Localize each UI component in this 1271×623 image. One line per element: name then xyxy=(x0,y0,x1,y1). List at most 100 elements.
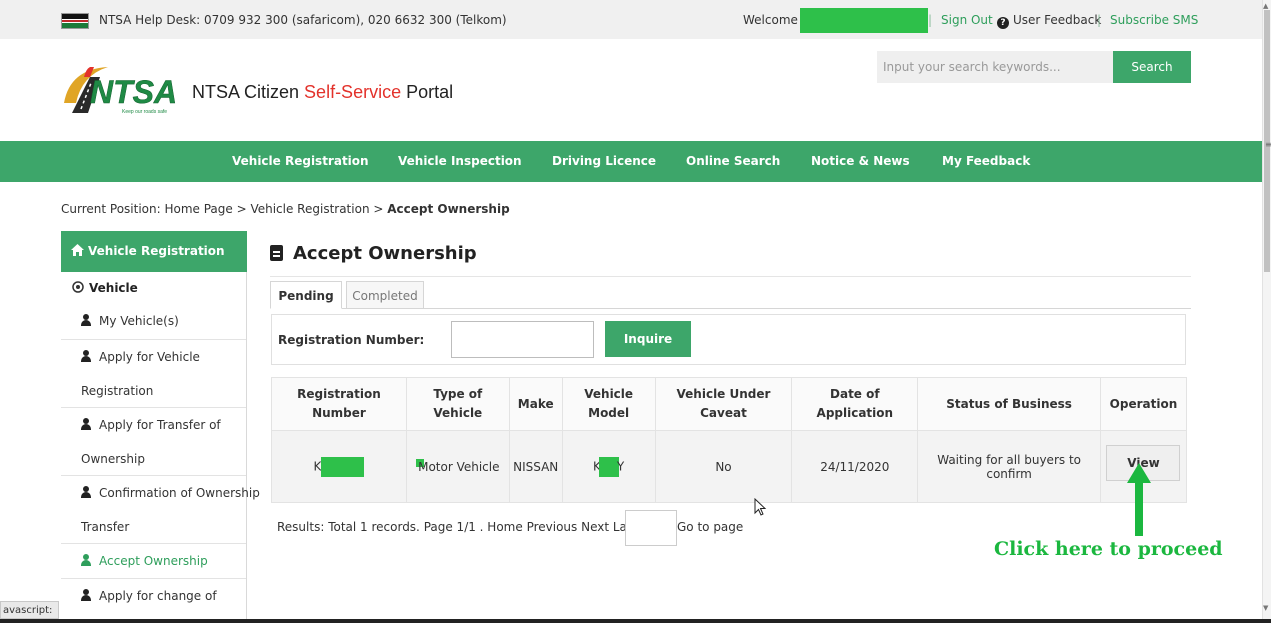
header-text: Caveat xyxy=(700,406,747,420)
click-here-annotation: Click here to proceed xyxy=(994,538,1223,560)
page-title-text: Accept Ownership xyxy=(293,243,477,264)
header-text: Vehicle xyxy=(584,387,634,401)
cell-vehicle-model: KY xyxy=(561,430,656,503)
cell-caveat: No xyxy=(654,430,793,503)
col-vehicle-under-caveat: Vehicle Under Caveat xyxy=(654,377,793,431)
sidebar-item-apply-registration[interactable]: Apply for Vehicle xyxy=(81,350,200,364)
nav-driving-licence[interactable]: Driving Licence xyxy=(552,154,656,168)
nav-notice-news[interactable]: Notice & News xyxy=(811,154,910,168)
scroll-grip-icon: ≡ xyxy=(1265,140,1271,149)
document-icon xyxy=(270,245,283,261)
sidebar-item-transfer-ownership-line2[interactable]: Ownership xyxy=(81,452,145,466)
portal-title-highlight: Self-Service xyxy=(304,82,402,102)
go-to-page-link[interactable]: Go to page xyxy=(677,520,743,534)
user-feedback-link[interactable]: ? User Feedback xyxy=(997,13,1101,29)
separator: | xyxy=(1097,13,1102,27)
divider xyxy=(61,339,246,340)
subscribe-sms-link[interactable]: Subscribe SMS xyxy=(1110,13,1198,27)
sign-out-link[interactable]: Sign Out xyxy=(941,13,993,27)
browser-status-bar: avascript: xyxy=(0,601,60,619)
scroll-down-arrow-icon[interactable]: ▼ xyxy=(1263,604,1268,612)
sidebar-item-confirm-transfer[interactable]: Confirmation of Ownership xyxy=(81,486,260,500)
mouse-cursor-icon xyxy=(754,498,767,516)
sidebar-item-label: My Vehicle(s) xyxy=(99,314,179,328)
os-taskbar xyxy=(0,619,1271,623)
col-status-of-business: Status of Business xyxy=(917,377,1101,431)
circle-gear-icon xyxy=(72,281,84,293)
header-text: Type of xyxy=(433,387,483,401)
redacted-registration xyxy=(321,456,365,477)
col-vehicle-model: Vehicle Model xyxy=(561,377,656,431)
divider xyxy=(61,475,246,476)
nav-my-feedback[interactable]: My Feedback xyxy=(942,154,1030,168)
breadcrumb-current: Accept Ownership xyxy=(387,202,510,216)
table-row: K Motor Vehicle NISSAN KY No 24/11/2020 … xyxy=(271,430,1188,503)
scroll-up-arrow-icon[interactable]: ▲ xyxy=(1263,2,1268,10)
search-button[interactable]: Search xyxy=(1113,51,1191,83)
redacted-username xyxy=(800,8,928,33)
col-registration-number: Registration Number xyxy=(271,377,407,431)
cell-status: Waiting for all buyers to confirm xyxy=(917,430,1101,503)
search-input[interactable] xyxy=(877,51,1113,83)
ownership-table: Registration Number Type of Vehicle Make V… xyxy=(271,377,1188,503)
nav-online-search[interactable]: Online Search xyxy=(686,154,780,168)
tab-completed[interactable]: Completed xyxy=(346,281,424,309)
page-title: Accept Ownership xyxy=(270,243,477,264)
header-text: Vehicle Under xyxy=(676,387,771,401)
nav-vehicle-inspection[interactable]: Vehicle Inspection xyxy=(398,154,522,168)
kenya-flag-icon xyxy=(61,13,89,29)
sidebar-item-label: Apply for change of xyxy=(99,589,217,603)
portal-title-part1: NTSA Citizen xyxy=(192,82,305,102)
registration-number-input[interactable] xyxy=(451,321,594,358)
logo-tagline: Keep our roads safe xyxy=(122,109,167,115)
inquire-button[interactable]: Inquire xyxy=(605,321,691,357)
cell-make: NISSAN xyxy=(508,430,563,503)
sidebar-item-label: Accept Ownership xyxy=(99,554,208,568)
person-icon xyxy=(81,486,93,498)
breadcrumb: Current Position: Home Page > Vehicle Re… xyxy=(61,202,510,216)
sidebar-border xyxy=(246,272,247,623)
separator: | xyxy=(928,13,933,27)
sidebar-item-confirm-transfer-line2[interactable]: Transfer xyxy=(81,520,129,534)
sidebar-item-label: Apply for Vehicle xyxy=(99,350,200,364)
nav-vehicle-registration[interactable]: Vehicle Registration xyxy=(232,154,369,168)
cell-type-of-vehicle: Motor Vehicle xyxy=(405,430,510,503)
col-make: Make xyxy=(508,377,563,431)
divider xyxy=(61,407,246,408)
sidebar-item-apply-registration-line2[interactable]: Registration xyxy=(81,384,153,398)
portal-title: NTSA Citizen Self-Service Portal xyxy=(192,82,453,103)
col-operation: Operation xyxy=(1099,377,1188,431)
header-text: Registration xyxy=(297,387,381,401)
person-icon xyxy=(81,314,93,326)
tab-pending[interactable]: Pending xyxy=(270,281,342,309)
page-number-input[interactable] xyxy=(625,510,677,546)
sidebar-header[interactable]: Vehicle Registration xyxy=(61,231,247,272)
portal-title-part3: Portal xyxy=(401,82,454,102)
ntsa-logo[interactable]: NTSA Keep our roads safe xyxy=(60,63,190,121)
redacted-model xyxy=(598,456,619,477)
user-feedback-label: User Feedback xyxy=(1013,13,1102,27)
sidebar-item-label: Apply for Transfer of xyxy=(99,418,221,432)
sidebar-section-vehicle[interactable]: Vehicle xyxy=(72,281,138,295)
welcome-label: Welcome xyxy=(743,13,798,27)
col-date-of-application: Date of Application xyxy=(791,377,919,431)
home-icon xyxy=(71,244,84,256)
registration-number-label: Registration Number: xyxy=(278,333,425,347)
model-suffix: Y xyxy=(616,459,625,473)
arrow-up-icon xyxy=(1127,463,1151,536)
col-type-of-vehicle: Type of Vehicle xyxy=(405,377,510,431)
header-text: Vehicle xyxy=(433,406,483,420)
sidebar-item-label: Confirmation of Ownership xyxy=(99,486,260,500)
question-circle-icon: ? xyxy=(997,17,1009,29)
logo-wordmark: NTSA xyxy=(90,74,177,110)
reg-prefix: K xyxy=(313,459,322,473)
sidebar-item-my-vehicles[interactable]: My Vehicle(s) xyxy=(81,314,179,328)
person-icon xyxy=(81,554,93,566)
sidebar-item-apply-change[interactable]: Apply for change of xyxy=(81,589,217,603)
header-text: Date of xyxy=(830,387,880,401)
cell-registration-number: K xyxy=(271,430,407,503)
sidebar-item-accept-ownership[interactable]: Accept Ownership xyxy=(81,554,208,568)
sidebar-item-transfer-ownership[interactable]: Apply for Transfer of xyxy=(81,418,221,432)
type-value: Motor Vehicle xyxy=(418,460,500,474)
header-text: Application xyxy=(816,406,894,420)
